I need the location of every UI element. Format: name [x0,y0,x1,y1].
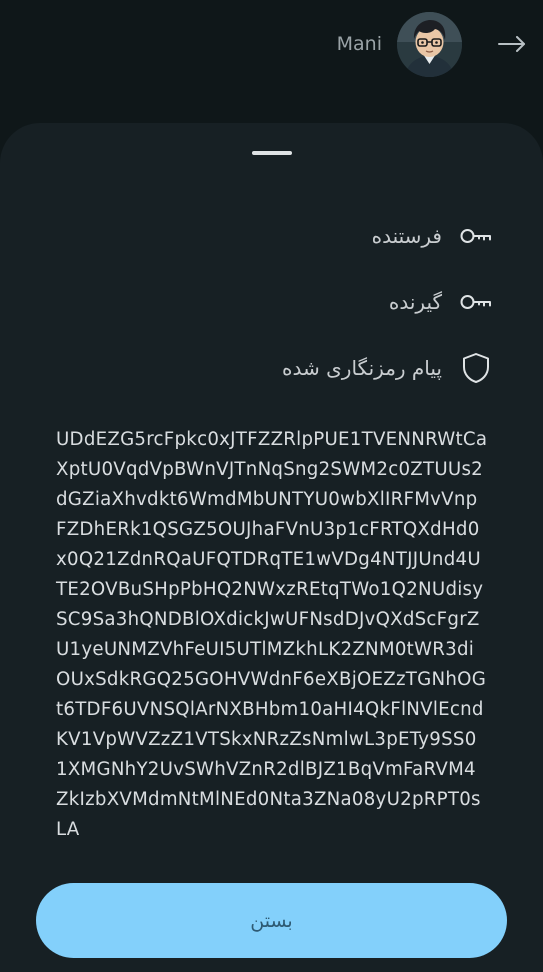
back-button[interactable] [496,30,528,58]
close-button[interactable]: بستن [36,883,507,958]
encrypted-message-label: پیام رمزنگاری شده [282,356,442,380]
receiver-label: گیرنده [388,290,442,314]
receiver-row[interactable]: گیرنده [389,286,492,318]
drag-handle[interactable] [252,151,292,155]
message-details-sheet: فرستنده گیرنده پیام رمزنگاری شده UDdEZG5… [0,123,543,972]
encrypted-message-text: UDdEZG5rcFpkc0xJTFZZRlpPUE1TVENNRWtCaXpt… [56,429,488,840]
encrypted-message-row: پیام رمزنگاری شده [282,352,492,384]
arrow-right-icon [498,36,525,52]
avatar[interactable] [397,12,462,77]
sender-row[interactable]: فرستنده [372,220,492,252]
user-avatar-image [397,12,462,77]
sender-label: فرستنده [371,224,442,248]
shield-icon [460,352,492,384]
key-icon [460,286,492,318]
username: Mani [336,33,382,55]
top-bar: Mani [0,0,543,90]
key-icon [460,220,492,252]
